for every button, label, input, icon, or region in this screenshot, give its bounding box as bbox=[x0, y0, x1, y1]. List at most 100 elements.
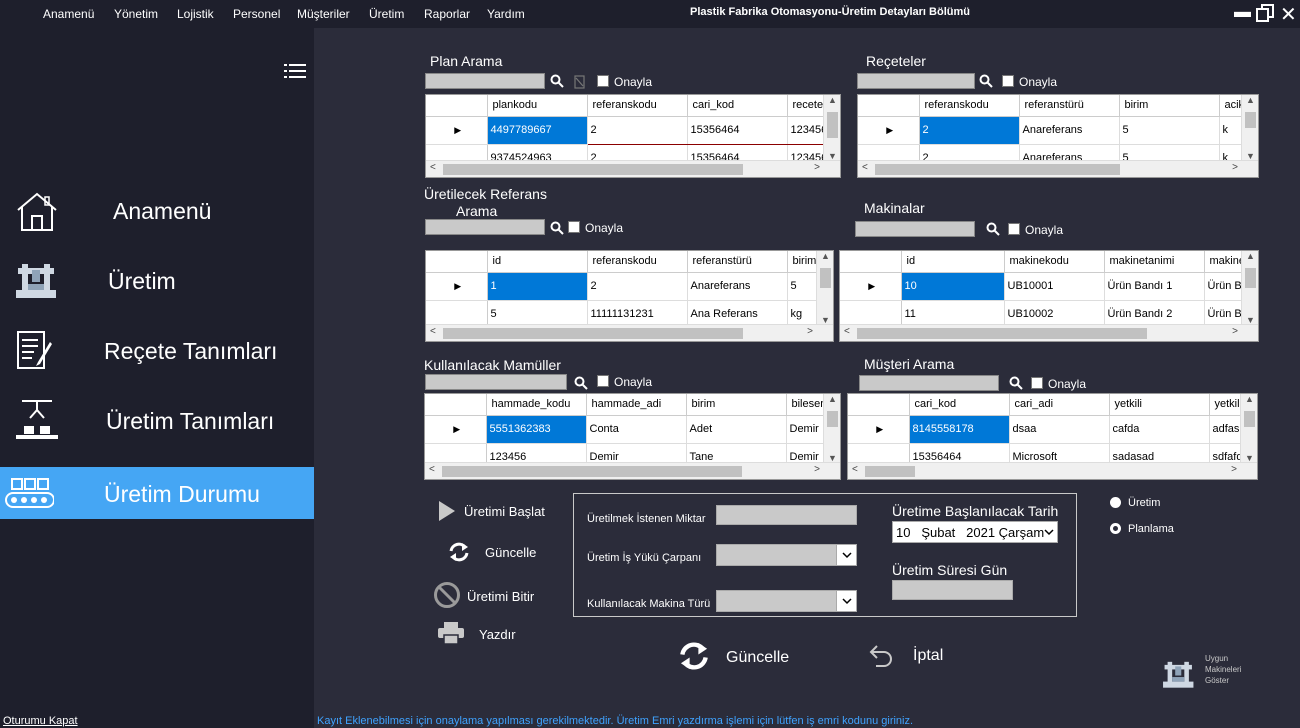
column-header[interactable]: birim bbox=[686, 394, 787, 416]
table-row[interactable]: ▶ 4497789667 2 15356464 123456 bbox=[426, 116, 840, 145]
plan-grid[interactable]: plankodu referanskodu cari_kod recete ▶ … bbox=[425, 94, 841, 178]
search-icon[interactable] bbox=[550, 74, 564, 88]
menu-item-yonetim[interactable]: Yönetim bbox=[114, 7, 158, 21]
duration-input[interactable] bbox=[892, 580, 1013, 600]
customers-confirm-checkbox[interactable] bbox=[1031, 377, 1043, 389]
search-icon[interactable] bbox=[550, 221, 564, 235]
sidebar-item-recete-tanimlari[interactable]: Reçete Tanımları bbox=[0, 324, 314, 376]
machines-search-input[interactable] bbox=[855, 221, 975, 237]
workload-select[interactable] bbox=[716, 544, 857, 566]
print-button[interactable]: Yazdır bbox=[437, 621, 527, 647]
column-header[interactable]: id bbox=[487, 251, 588, 273]
vertical-scrollbar[interactable]: ▲ ▼ bbox=[1241, 251, 1258, 325]
finish-production-button[interactable]: Üretimi Bitir bbox=[433, 581, 543, 609]
vertical-scrollbar[interactable]: ▲ ▼ bbox=[823, 394, 840, 463]
search-icon[interactable] bbox=[986, 222, 1000, 236]
sidebar-item-anamenu[interactable]: Anamenü bbox=[0, 184, 314, 236]
table-row[interactable]: ▶ 1 2 Anareferans 5 bbox=[426, 272, 833, 301]
show-suitable-machines-button[interactable]: Uygun Makineleri Göster bbox=[1160, 652, 1260, 692]
start-date-picker[interactable]: 10 Şubat 2021 Çarşam bbox=[892, 521, 1058, 543]
search-icon[interactable] bbox=[574, 376, 588, 390]
references-grid[interactable]: id referanskodu referanstürü birim ▶ 1 2… bbox=[425, 250, 834, 342]
column-header[interactable]: cari_kod bbox=[909, 394, 1010, 416]
recipes-confirm-checkbox[interactable] bbox=[1002, 75, 1014, 87]
hamburger-icon[interactable] bbox=[284, 63, 306, 79]
column-header[interactable]: referanskodu bbox=[919, 95, 1020, 117]
customers-title: Müşteri Arama bbox=[864, 356, 955, 372]
minimize-icon[interactable]: ▬ bbox=[1234, 2, 1251, 22]
column-header[interactable]: makinekodu bbox=[1004, 251, 1105, 273]
table-row[interactable]: ▶ 10 UB10001 Ürün Bandı 1 Ürün Ba bbox=[840, 272, 1258, 301]
machine-type-select[interactable] bbox=[716, 590, 857, 612]
references-confirm-checkbox[interactable] bbox=[568, 221, 580, 233]
recipes-grid[interactable]: referanskodu referanstürü birim acik ▶ 2… bbox=[857, 94, 1259, 178]
chevron-down-icon[interactable] bbox=[1043, 526, 1055, 538]
column-header[interactable]: birim bbox=[1119, 95, 1220, 117]
machines-grid[interactable]: id makinekodu makinetanimi makine ▶ 10 U… bbox=[839, 250, 1259, 342]
column-header[interactable]: referanskodu bbox=[587, 251, 688, 273]
column-header[interactable]: referanstürü bbox=[687, 251, 788, 273]
vertical-scrollbar[interactable]: ▲ ▼ bbox=[823, 95, 840, 161]
refresh-button[interactable]: Güncelle bbox=[446, 539, 546, 565]
horizontal-scrollbar[interactable]: < > bbox=[426, 324, 833, 341]
materials-confirm-checkbox[interactable] bbox=[597, 375, 609, 387]
references-search-input[interactable] bbox=[425, 219, 545, 235]
materials-grid[interactable]: hammade_kodu hammade_adi birim bilesen ▶… bbox=[424, 393, 841, 480]
column-header[interactable]: yetkili bbox=[1109, 394, 1210, 416]
search-icon[interactable] bbox=[1009, 376, 1023, 390]
sidebar-item-label: Üretim Durumu bbox=[104, 481, 260, 507]
app-window: Anamenü Yönetim Lojistik Personel Müşter… bbox=[0, 0, 1300, 728]
column-header[interactable]: id bbox=[901, 251, 1005, 273]
clear-icon[interactable] bbox=[573, 75, 587, 89]
menu-item-lojistik[interactable]: Lojistik bbox=[177, 7, 214, 21]
column-header[interactable]: plankodu bbox=[487, 95, 588, 117]
column-header[interactable]: hammade_adi bbox=[586, 394, 687, 416]
duration-label: Üretim Süresi Gün bbox=[892, 562, 1008, 578]
table-row[interactable]: ▶ 5551362383 Conta Adet Demir bbox=[425, 415, 840, 444]
recipes-search-input[interactable] bbox=[857, 73, 975, 89]
vertical-scrollbar[interactable]: ▲ ▼ bbox=[1241, 95, 1258, 161]
column-header[interactable]: cari_kod bbox=[687, 95, 788, 117]
start-production-button[interactable]: Üretimi Başlat bbox=[436, 498, 546, 524]
plan-confirm-checkbox[interactable] bbox=[597, 75, 609, 87]
menu-bar: Anamenü Yönetim Lojistik Personel Müşter… bbox=[0, 0, 1300, 28]
qty-input[interactable] bbox=[716, 505, 857, 525]
cancel-button[interactable]: İptal bbox=[868, 640, 958, 674]
sidebar-item-uretim-durumu[interactable]: Üretim Durumu bbox=[0, 467, 314, 519]
column-header[interactable]: referanskodu bbox=[587, 95, 688, 117]
horizontal-scrollbar[interactable]: < > bbox=[848, 462, 1257, 479]
machines-confirm-checkbox[interactable] bbox=[1008, 223, 1020, 235]
menu-item-raporlar[interactable]: Raporlar bbox=[424, 7, 470, 21]
logout-link[interactable]: Oturumu Kapat bbox=[3, 715, 78, 727]
horizontal-scrollbar[interactable]: < > bbox=[858, 160, 1258, 177]
column-header[interactable]: cari_adi bbox=[1009, 394, 1110, 416]
column-header[interactable]: referanstürü bbox=[1019, 95, 1120, 117]
menu-item-personel[interactable]: Personel bbox=[233, 7, 280, 21]
close-icon[interactable]: ✕ bbox=[1280, 2, 1297, 27]
mode-planlama-radio[interactable] bbox=[1110, 523, 1121, 534]
menu-item-musteriler[interactable]: Müşteriler bbox=[297, 7, 350, 21]
search-icon[interactable] bbox=[979, 74, 993, 88]
vertical-scrollbar[interactable]: ▲ ▼ bbox=[816, 251, 833, 325]
mode-uretim-radio[interactable] bbox=[1110, 497, 1121, 508]
production-line-icon bbox=[16, 400, 58, 439]
plan-search-input[interactable] bbox=[425, 73, 545, 89]
menu-item-anamenu[interactable]: Anamenü bbox=[43, 7, 94, 21]
menu-item-yardim[interactable]: Yardım bbox=[487, 7, 525, 21]
horizontal-scrollbar[interactable]: < > bbox=[426, 160, 840, 177]
materials-search-input[interactable] bbox=[425, 374, 567, 390]
menu-item-uretim[interactable]: Üretim bbox=[369, 7, 404, 21]
table-row[interactable]: ▶ 8145558178 dsaa cafda adfas bbox=[848, 415, 1257, 444]
restore-icon[interactable] bbox=[1256, 4, 1274, 27]
column-header[interactable]: hammade_kodu bbox=[486, 394, 587, 416]
table-row[interactable]: ▶ 2 Anareferans 5 k bbox=[858, 116, 1258, 145]
horizontal-scrollbar[interactable]: < > bbox=[840, 324, 1258, 341]
sidebar-item-uretim[interactable]: Üretim bbox=[0, 254, 314, 306]
vertical-scrollbar[interactable]: ▲ ▼ bbox=[1240, 394, 1257, 463]
customers-search-input[interactable] bbox=[859, 375, 999, 391]
update-button[interactable]: Güncelle bbox=[678, 640, 798, 674]
horizontal-scrollbar[interactable]: < > bbox=[425, 462, 840, 479]
customers-grid[interactable]: cari_kod cari_adi yetkili yetkil ▶ 81455… bbox=[847, 393, 1258, 480]
column-header[interactable]: makinetanimi bbox=[1104, 251, 1205, 273]
sidebar-item-uretim-tanimlari[interactable]: Üretim Tanımları bbox=[0, 394, 314, 446]
